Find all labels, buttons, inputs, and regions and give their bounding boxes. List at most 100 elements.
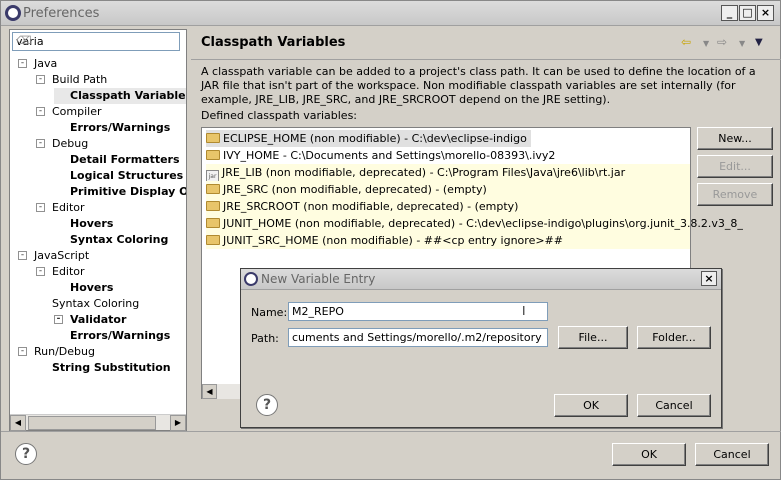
collapse-icon[interactable]: - — [18, 59, 27, 68]
back-icon[interactable]: ⇦ — [681, 35, 691, 49]
help-icon[interactable]: ? — [15, 443, 37, 465]
tree-item[interactable]: - Build Path — [36, 72, 107, 88]
tree-item[interactable]: Primitive Display Options — [54, 184, 186, 200]
tree-item-label: Logical Structures — [70, 169, 184, 182]
edit-button[interactable]: Edit... — [697, 155, 773, 178]
folder-edit-icon — [206, 201, 220, 211]
collapse-icon[interactable]: - — [54, 315, 63, 324]
close-icon[interactable]: × — [757, 5, 774, 21]
collapse-icon[interactable]: - — [36, 75, 45, 84]
forward-menu-icon[interactable]: ▼ — [739, 39, 745, 48]
page-navigation: ⇦ ▼ ⇨ ▼ ▼ — [681, 35, 771, 51]
remove-button[interactable]: Remove — [697, 183, 773, 206]
tree-item-label: Detail Formatters — [70, 153, 180, 166]
collapse-icon[interactable]: - — [36, 107, 45, 116]
ok-button[interactable]: OK — [612, 443, 686, 466]
tree-item[interactable]: - Editor — [36, 264, 85, 280]
tree-item-label: Java — [34, 57, 58, 70]
page-description: A classpath variable can be added to a p… — [201, 65, 756, 106]
close-icon[interactable]: × — [701, 271, 717, 286]
filter-input[interactable]: varia ⌫ — [12, 32, 180, 51]
scroll-right-icon[interactable]: ▶ — [170, 415, 186, 431]
tree-item-label: Hovers — [70, 281, 114, 294]
scroll-thumb[interactable] — [28, 416, 156, 430]
variable-row[interactable]: JUNIT_HOME (non modifiable, deprecated) … — [206, 215, 743, 232]
tree-item[interactable]: - Editor — [36, 200, 85, 216]
variable-label: ECLIPSE_HOME (non modifiable) - C:\dev\e… — [223, 132, 527, 145]
folder-edit-icon — [206, 218, 220, 228]
variable-row[interactable]: JRE_SRCROOT (non modifiable, deprecated)… — [206, 198, 690, 215]
folder-edit-icon — [206, 184, 220, 194]
folder-icon — [206, 150, 220, 160]
variable-row[interactable]: IVY_HOME - C:\Documents and Settings\mor… — [206, 147, 555, 164]
text-cursor-icon: I — [522, 304, 526, 318]
tree-item[interactable]: Errors/Warnings — [54, 328, 170, 344]
tree-item[interactable]: - JavaScript — [18, 248, 89, 264]
scroll-left-icon[interactable]: ◀ — [10, 415, 26, 431]
dialog-title-bar: New Variable Entry × — [241, 269, 721, 290]
variable-label: IVY_HOME - C:\Documents and Settings\mor… — [223, 149, 556, 162]
tree-item[interactable]: Syntax Coloring — [36, 296, 139, 312]
footer-separator — [1, 431, 781, 432]
tree-item-label: Compiler — [52, 105, 102, 118]
name-label: Name: — [251, 306, 288, 319]
view-menu-icon[interactable]: ▼ — [755, 37, 763, 48]
tree-item[interactable]: - Validator — [54, 312, 126, 328]
new-button[interactable]: New... — [697, 127, 773, 150]
tree-item[interactable]: Logical Structures — [54, 168, 183, 184]
file-button[interactable]: File... — [558, 326, 628, 349]
tree-item[interactable]: Errors/Warnings — [54, 120, 170, 136]
tree-item[interactable]: - Run/Debug — [18, 344, 95, 360]
tree-item[interactable]: Hovers — [54, 280, 113, 296]
name-field[interactable]: M2_REPO — [288, 302, 548, 321]
new-variable-entry-dialog: New Variable Entry × Name: M2_REPO I Pat… — [240, 268, 722, 428]
tree-item[interactable]: - Compiler — [36, 104, 102, 120]
folder-icon — [206, 133, 220, 143]
tree-item[interactable]: String Substitution — [36, 360, 171, 376]
tree-item-label: Build Path — [52, 73, 108, 86]
folder-button[interactable]: Folder... — [637, 326, 711, 349]
dialog-ok-button[interactable]: OK — [554, 394, 628, 417]
tree-item[interactable]: Hovers — [54, 216, 113, 232]
tree-item-label: Run/Debug — [34, 345, 95, 358]
tree-item-label: Errors/Warnings — [70, 121, 171, 134]
dialog-title: New Variable Entry — [261, 272, 376, 286]
collapse-icon[interactable]: - — [36, 267, 45, 276]
variable-row[interactable]: jar JRE_LIB (non modifiable, deprecated) … — [206, 164, 690, 183]
minimize-icon[interactable]: _ — [721, 5, 738, 21]
variable-row[interactable]: JUNIT_SRC_HOME (non modifiable) - ##<cp … — [206, 232, 690, 249]
tree-item-label: Editor — [52, 265, 85, 278]
eclipse-icon — [5, 5, 21, 21]
variable-label: JUNIT_SRC_HOME (non modifiable) - ##<cp … — [223, 234, 563, 247]
collapse-icon[interactable]: - — [36, 139, 45, 148]
dialog-cancel-button[interactable]: Cancel — [637, 394, 711, 417]
variable-row[interactable]: JRE_SRC (non modifiable, deprecated) - (… — [206, 181, 690, 198]
defined-variables-label: Defined classpath variables: — [201, 109, 358, 122]
collapse-icon[interactable]: - — [18, 251, 27, 260]
tree-item-label: String Substitution — [52, 361, 171, 374]
tree-item-label: Errors/Warnings — [70, 329, 171, 342]
tree-item[interactable]: - Java — [18, 56, 57, 72]
forward-icon[interactable]: ⇨ — [717, 35, 727, 49]
cancel-button[interactable]: Cancel — [695, 443, 769, 466]
tree-item[interactable]: Detail Formatters — [54, 152, 180, 168]
tree-item-label: Syntax Coloring — [70, 233, 169, 246]
help-icon[interactable]: ? — [256, 394, 278, 416]
collapse-icon[interactable]: - — [18, 347, 27, 356]
clear-filter-icon[interactable]: ⌫ — [16, 35, 32, 47]
scroll-left-icon[interactable]: ◀ — [202, 384, 217, 399]
tree-item-label: Classpath Variables — [70, 89, 186, 102]
tree-item-label: Primitive Display Options — [70, 185, 186, 198]
collapse-icon[interactable]: - — [36, 203, 45, 212]
variable-row[interactable]: ECLIPSE_HOME (non modifiable) - C:\dev\e… — [206, 130, 531, 147]
maximize-icon[interactable]: □ — [739, 5, 756, 21]
tree-item[interactable]: Syntax Coloring — [54, 232, 168, 248]
back-menu-icon[interactable]: ▼ — [703, 39, 709, 48]
eclipse-icon — [244, 272, 258, 286]
tree-item[interactable]: Classpath Variables — [54, 88, 186, 104]
tree-item[interactable]: - Debug — [36, 136, 88, 152]
tree-horizontal-scrollbar[interactable]: ◀ ▶ — [10, 414, 186, 431]
folder-icon — [206, 235, 220, 245]
variable-label: JRE_LIB (non modifiable, deprecated) - C… — [222, 166, 626, 179]
path-field[interactable]: cuments and Settings/morello/.m2/reposit… — [288, 328, 548, 347]
